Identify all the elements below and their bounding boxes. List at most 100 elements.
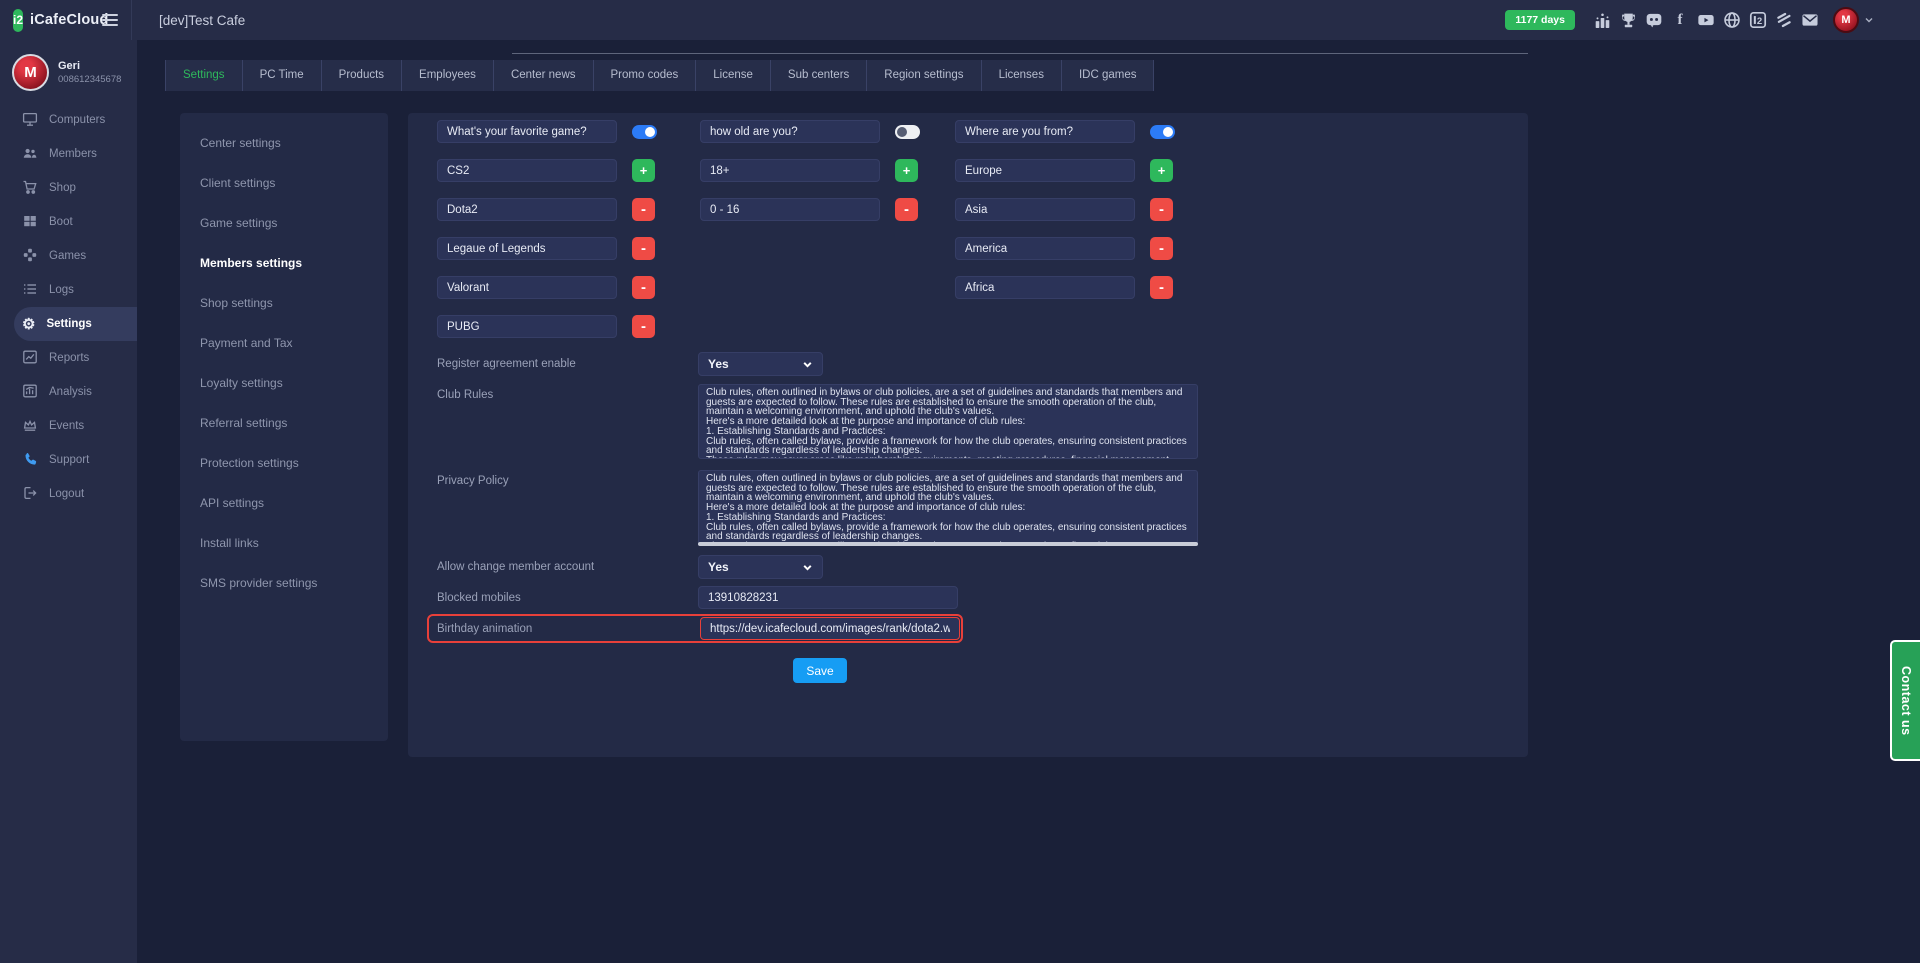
tab-pc-time[interactable]: PC Time xyxy=(242,60,321,91)
trophy-icon[interactable] xyxy=(1619,11,1637,29)
ranking-icon[interactable] xyxy=(1593,11,1611,29)
youtube-icon[interactable] xyxy=(1697,11,1715,29)
svg-text:2: 2 xyxy=(1757,16,1762,27)
license-days-badge[interactable]: 1177 days xyxy=(1505,10,1575,30)
subnav-api-settings[interactable]: API settings xyxy=(180,483,388,523)
favorite-game-toggle[interactable] xyxy=(632,125,657,139)
gamepad-icon xyxy=(22,247,38,266)
region-option-input[interactable] xyxy=(955,276,1135,299)
sidebar-item-logout[interactable]: Logout xyxy=(0,477,137,511)
register-agreement-label: Register agreement enable xyxy=(437,358,576,370)
sidebar-item-computers[interactable]: Computers xyxy=(0,103,137,137)
subnav-protection-settings[interactable]: Protection settings xyxy=(180,443,388,483)
remove-option-button[interactable]: - xyxy=(632,237,655,260)
tab-sub-centers[interactable]: Sub centers xyxy=(770,60,866,91)
allow-change-member-account-select[interactable]: Yes xyxy=(698,555,823,579)
crown-icon xyxy=(22,417,38,436)
add-option-button[interactable]: + xyxy=(632,159,655,182)
user-profile[interactable]: M Geri 008612345678 xyxy=(0,40,137,103)
phone-icon xyxy=(22,451,38,470)
privacy-policy-textarea[interactable] xyxy=(698,470,1198,545)
chevron-down-icon[interactable] xyxy=(1864,15,1874,25)
register-agreement-select[interactable]: Yes xyxy=(698,352,823,376)
subnav-referral-settings[interactable]: Referral settings xyxy=(180,403,388,443)
page-title: [dev]Test Cafe xyxy=(159,13,245,28)
sidebar-item-logs[interactable]: Logs xyxy=(0,273,137,307)
privacy-policy-scrollbar[interactable] xyxy=(698,542,1198,546)
globe-icon[interactable] xyxy=(1723,11,1741,29)
sidebar-item-reports[interactable]: Reports xyxy=(0,341,137,375)
subnav-members-settings[interactable]: Members settings xyxy=(180,243,388,283)
tab-region-settings[interactable]: Region settings xyxy=(866,60,980,91)
remove-option-button[interactable]: - xyxy=(1150,237,1173,260)
app-logo[interactable]: i2 iCafeCloud xyxy=(0,9,96,32)
tab-employees[interactable]: Employees xyxy=(401,60,493,91)
region-option-input[interactable] xyxy=(955,237,1135,260)
discord-icon[interactable] xyxy=(1645,11,1663,29)
tab-settings[interactable]: Settings xyxy=(165,60,242,91)
sidebar-item-support[interactable]: Support xyxy=(0,443,137,477)
subnav-client-settings[interactable]: Client settings xyxy=(180,163,388,203)
sidebar-item-boot[interactable]: Boot xyxy=(0,205,137,239)
subnav-center-settings[interactable]: Center settings xyxy=(180,123,388,163)
subnav-loyalty-settings[interactable]: Loyalty settings xyxy=(180,363,388,403)
add-option-button[interactable]: + xyxy=(1150,159,1173,182)
list-icon xyxy=(22,281,38,300)
tab-promo-codes[interactable]: Promo codes xyxy=(593,60,696,91)
sidebar-item-shop[interactable]: Shop xyxy=(0,171,137,205)
favorite-game-question-input[interactable] xyxy=(437,120,617,143)
remove-option-button[interactable]: - xyxy=(632,276,655,299)
subnav-payment-and-tax[interactable]: Payment and Tax xyxy=(180,323,388,363)
remove-option-button[interactable]: - xyxy=(895,198,918,221)
blocked-mobiles-input[interactable] xyxy=(698,586,958,609)
age-question-input[interactable] xyxy=(700,120,880,143)
tab-license[interactable]: License xyxy=(695,60,770,91)
tab-center-news[interactable]: Center news xyxy=(493,60,593,91)
remove-option-button[interactable]: - xyxy=(1150,276,1173,299)
favorite-game-option-input[interactable] xyxy=(437,276,617,299)
settings-subnav: Center settings Client settings Game set… xyxy=(180,113,388,741)
sidebar-item-events[interactable]: Events xyxy=(0,409,137,443)
tab-idc-games[interactable]: IDC games xyxy=(1061,60,1155,91)
region-question-input[interactable] xyxy=(955,120,1135,143)
sidebar-item-games[interactable]: Games xyxy=(0,239,137,273)
sidebar-item-settings[interactable]: ⚙ Settings xyxy=(14,307,137,341)
subnav-shop-settings[interactable]: Shop settings xyxy=(180,283,388,323)
birthday-animation-label: Birthday animation xyxy=(437,623,532,635)
age-option-input[interactable] xyxy=(700,198,880,221)
icafecloud-icon[interactable]: 2 xyxy=(1749,11,1767,29)
region-toggle[interactable] xyxy=(1150,125,1175,139)
club-rules-textarea[interactable] xyxy=(698,384,1198,459)
windows-icon xyxy=(22,213,38,232)
region-option-input[interactable] xyxy=(955,159,1135,182)
hamburger-menu-icon[interactable] xyxy=(98,10,122,30)
subnav-sms-provider-settings[interactable]: SMS provider settings xyxy=(180,563,388,603)
save-button[interactable]: Save xyxy=(793,658,847,683)
sidebar-item-analysis[interactable]: Analysis xyxy=(0,375,137,409)
tab-licenses[interactable]: Licenses xyxy=(981,60,1061,91)
cart-icon xyxy=(22,179,38,198)
contact-us-tab[interactable]: Contact us xyxy=(1890,640,1920,761)
user-avatar[interactable]: M xyxy=(1833,7,1859,33)
remove-option-button[interactable]: - xyxy=(632,315,655,338)
favorite-game-option-input[interactable] xyxy=(437,237,617,260)
favorite-game-option-input[interactable] xyxy=(437,315,617,338)
facebook-icon[interactable]: f xyxy=(1671,11,1689,29)
birthday-animation-input[interactable] xyxy=(700,617,960,640)
remove-option-button[interactable]: - xyxy=(632,198,655,221)
subnav-install-links[interactable]: Install links xyxy=(180,523,388,563)
region-option-input[interactable] xyxy=(955,198,1135,221)
remove-option-button[interactable]: - xyxy=(1150,198,1173,221)
top-header: i2 iCafeCloud [dev]Test Cafe 1177 days f xyxy=(0,0,1920,40)
age-option-input[interactable] xyxy=(700,159,880,182)
favorite-game-option-input[interactable] xyxy=(437,198,617,221)
mail-icon[interactable] xyxy=(1801,11,1819,29)
add-option-button[interactable]: + xyxy=(895,159,918,182)
age-toggle[interactable] xyxy=(895,125,920,139)
tab-products[interactable]: Products xyxy=(321,60,401,91)
favorite-game-option-input[interactable] xyxy=(437,159,617,182)
logout-icon xyxy=(22,485,38,504)
subnav-game-settings[interactable]: Game settings xyxy=(180,203,388,243)
brand-icon[interactable] xyxy=(1775,11,1793,29)
sidebar-item-members[interactable]: Members xyxy=(0,137,137,171)
